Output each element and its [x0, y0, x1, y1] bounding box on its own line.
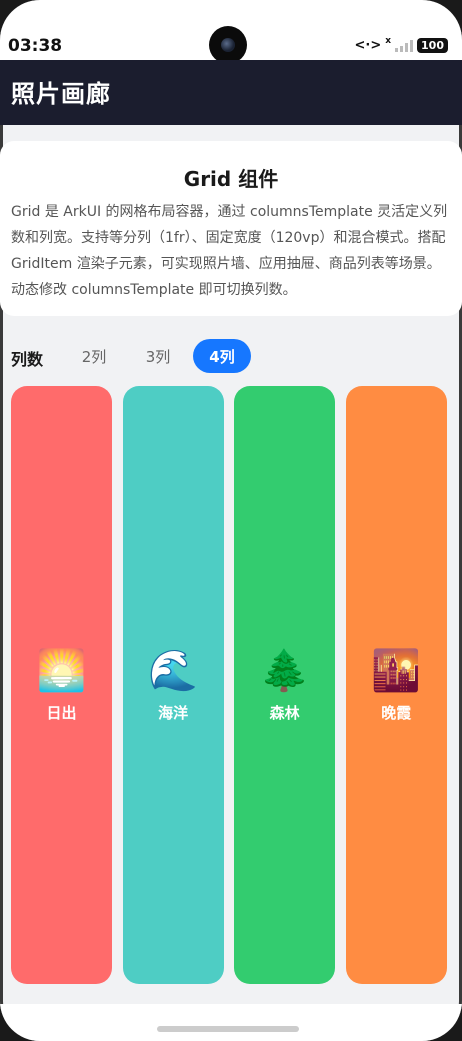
home-indicator[interactable]	[157, 1026, 299, 1032]
status-time: 03:38	[8, 36, 63, 56]
status-bar: 03:38 <·> x 100	[0, 0, 462, 64]
tab-3-columns[interactable]: 3列	[134, 339, 182, 373]
no-sim-indicator: x	[385, 35, 392, 46]
home-bar	[0, 1004, 462, 1041]
grid-item-sunrise[interactable]: 🌅 日出	[11, 386, 112, 984]
app-bar: 照片画廊	[0, 60, 462, 125]
network-icon: <·>	[354, 38, 382, 53]
status-icons: <·> x 100	[354, 35, 448, 53]
grid-item-sunset[interactable]: 🌇 晚霞	[345, 386, 447, 984]
signal-icon	[395, 39, 414, 52]
grid-item-forest[interactable]: 🌲 森林	[234, 386, 336, 984]
info-title: Grid 组件	[183, 167, 279, 191]
column-selector: 列数 2列 3列 4列	[0, 338, 462, 374]
battery-icon: 100	[417, 38, 448, 53]
grid-item-label: 日出	[46, 703, 77, 722]
wave-icon: 🌊	[148, 647, 198, 694]
front-camera	[209, 26, 247, 64]
grid-item-ocean[interactable]: 🌊 海洋	[122, 386, 224, 984]
grid-item-label: 晚霞	[381, 703, 412, 722]
tab-2-columns[interactable]: 2列	[70, 339, 118, 373]
phone-screen: 03:38 <·> x 100 照片画廊 Grid 组件 Grid 是 ArkU…	[0, 0, 462, 1041]
tree-icon: 🌲	[259, 647, 310, 694]
grid-item-label: 海洋	[158, 703, 189, 722]
column-selector-label: 列数	[11, 350, 44, 369]
page-title: 照片画廊	[11, 80, 111, 108]
tab-4-columns[interactable]: 4列	[193, 339, 251, 373]
grid-item-label: 森林	[269, 703, 300, 722]
info-card: Grid 组件 Grid 是 ArkUI 的网格布局容器，通过 columnsT…	[0, 141, 462, 316]
sunrise-icon: 🌅	[36, 647, 87, 694]
sunset-icon: 🌇	[371, 647, 422, 694]
photo-grid: 🌅 日出 🌊 海洋 🌲 森林 🌇 晚霞	[11, 386, 447, 984]
info-description: Grid 是 ArkUI 的网格布局容器，通过 columnsTemplate …	[11, 204, 448, 298]
